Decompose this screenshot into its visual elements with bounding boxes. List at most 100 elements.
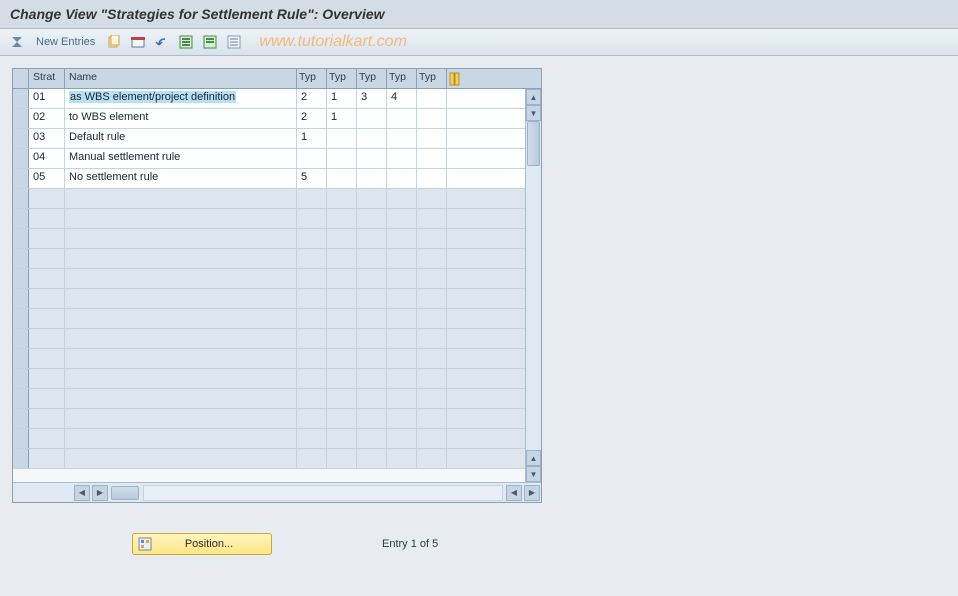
scroll-up-button-2[interactable]: ▲ [526,450,541,466]
row-selector[interactable] [13,309,29,328]
cell-empty[interactable] [357,269,387,288]
cell-typ1[interactable] [297,149,327,168]
cell-empty[interactable] [327,369,357,388]
cell-empty[interactable] [387,249,417,268]
scroll-up-button[interactable]: ▲ [526,89,541,105]
table-row-empty[interactable] [13,209,541,229]
vertical-scrollbar[interactable]: ▲ ▼ ▲ ▼ [525,89,541,482]
cell-empty[interactable] [297,309,327,328]
table-row-empty[interactable] [13,409,541,429]
cell-empty[interactable] [29,189,65,208]
cell-empty[interactable] [29,229,65,248]
cell-empty[interactable] [357,409,387,428]
cell-empty[interactable] [65,189,297,208]
cell-typ4[interactable] [387,129,417,148]
cell-name[interactable]: as WBS element/project definition [65,89,297,108]
table-row-empty[interactable] [13,389,541,409]
cell-typ1[interactable]: 1 [297,129,327,148]
cell-empty[interactable] [29,409,65,428]
column-header-typ5[interactable]: Typ [417,69,447,88]
cell-typ3[interactable] [357,169,387,188]
select-block-icon[interactable] [201,33,219,51]
row-selector[interactable] [13,209,29,228]
vscroll-thumb[interactable] [527,121,540,166]
cell-empty[interactable] [297,389,327,408]
row-selector[interactable] [13,289,29,308]
cell-strat[interactable]: 02 [29,109,65,128]
cell-empty[interactable] [387,369,417,388]
cell-empty[interactable] [327,309,357,328]
cell-empty[interactable] [65,289,297,308]
cell-empty[interactable] [297,429,327,448]
cell-empty[interactable] [29,329,65,348]
cell-empty[interactable] [65,409,297,428]
table-row[interactable]: 04Manual settlement rule [13,149,541,169]
row-selector[interactable] [13,149,29,168]
cell-typ4[interactable] [387,149,417,168]
cell-empty[interactable] [327,329,357,348]
cell-empty[interactable] [29,269,65,288]
cell-empty[interactable] [387,389,417,408]
cell-typ3[interactable] [357,129,387,148]
table-row-empty[interactable] [13,329,541,349]
row-selector[interactable] [13,109,29,128]
delete-icon[interactable] [129,33,147,51]
cell-empty[interactable] [357,449,387,468]
column-header-typ1[interactable]: Typ [297,69,327,88]
deselect-icon[interactable] [225,33,243,51]
cell-empty[interactable] [29,349,65,368]
cell-empty[interactable] [327,349,357,368]
cell-empty[interactable] [417,209,447,228]
cell-empty[interactable] [357,389,387,408]
cell-empty[interactable] [297,209,327,228]
table-row-empty[interactable] [13,349,541,369]
cell-typ2[interactable]: 1 [327,89,357,108]
cell-empty[interactable] [417,329,447,348]
cell-empty[interactable] [327,209,357,228]
row-selector[interactable] [13,329,29,348]
table-config-button[interactable] [447,69,541,88]
cell-strat[interactable]: 05 [29,169,65,188]
cell-name[interactable]: No settlement rule [65,169,297,188]
cell-typ5[interactable] [417,109,447,128]
cell-typ2[interactable]: 1 [327,109,357,128]
cell-empty[interactable] [297,349,327,368]
cell-typ3[interactable] [357,109,387,128]
cell-empty[interactable] [417,349,447,368]
cell-empty[interactable] [357,309,387,328]
cell-strat[interactable]: 04 [29,149,65,168]
row-selector[interactable] [13,229,29,248]
cell-empty[interactable] [327,409,357,428]
cell-empty[interactable] [357,429,387,448]
cell-empty[interactable] [297,409,327,428]
cell-empty[interactable] [387,449,417,468]
cell-typ2[interactable] [327,169,357,188]
cell-empty[interactable] [357,289,387,308]
table-row-empty[interactable] [13,289,541,309]
hscroll-right-button[interactable]: ▶ [92,485,108,501]
cell-strat[interactable]: 03 [29,129,65,148]
cell-empty[interactable] [417,289,447,308]
row-selector[interactable] [13,389,29,408]
cell-empty[interactable] [297,449,327,468]
cell-empty[interactable] [65,369,297,388]
hscroll-thumb-left[interactable] [111,486,139,500]
scroll-down-button[interactable]: ▼ [526,105,541,121]
cell-empty[interactable] [327,189,357,208]
cell-typ2[interactable] [327,149,357,168]
cell-typ3[interactable]: 3 [357,89,387,108]
cell-empty[interactable] [297,329,327,348]
row-selector[interactable] [13,409,29,428]
cell-empty[interactable] [387,429,417,448]
cell-empty[interactable] [327,269,357,288]
table-row-empty[interactable] [13,309,541,329]
cell-empty[interactable] [357,189,387,208]
cell-name[interactable]: Default rule [65,129,297,148]
cell-typ4[interactable] [387,169,417,188]
cell-empty[interactable] [297,269,327,288]
cell-empty[interactable] [29,209,65,228]
cell-empty[interactable] [417,409,447,428]
cell-empty[interactable] [297,369,327,388]
cell-empty[interactable] [417,229,447,248]
cell-empty[interactable] [65,269,297,288]
